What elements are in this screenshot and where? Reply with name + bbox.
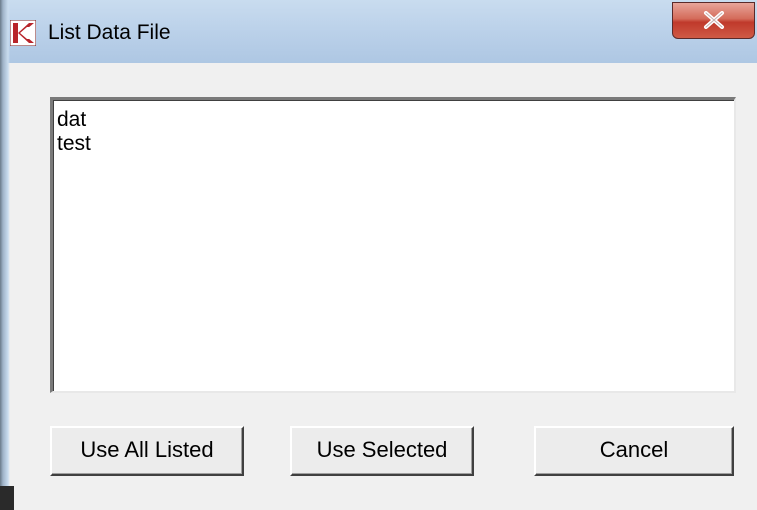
dialog-client-area: dat test Use All Listed Use Selected Can…	[8, 63, 757, 510]
list-item[interactable]: test	[53, 132, 734, 156]
data-file-listbox[interactable]: dat test	[50, 97, 736, 393]
list-item[interactable]: dat	[53, 108, 734, 132]
use-selected-button[interactable]: Use Selected	[290, 426, 474, 476]
dialog-window: List Data File dat test Use All Listed U…	[0, 0, 757, 510]
close-button[interactable]	[672, 2, 755, 39]
title-bar[interactable]: List Data File	[0, 0, 757, 63]
k-app-icon	[9, 19, 37, 47]
window-title: List Data File	[48, 21, 171, 44]
window-bottom-corner	[0, 486, 14, 510]
window-left-edge	[0, 0, 10, 510]
use-all-listed-button[interactable]: Use All Listed	[50, 426, 244, 476]
cancel-button[interactable]: Cancel	[534, 426, 734, 476]
close-x-icon	[704, 11, 724, 29]
